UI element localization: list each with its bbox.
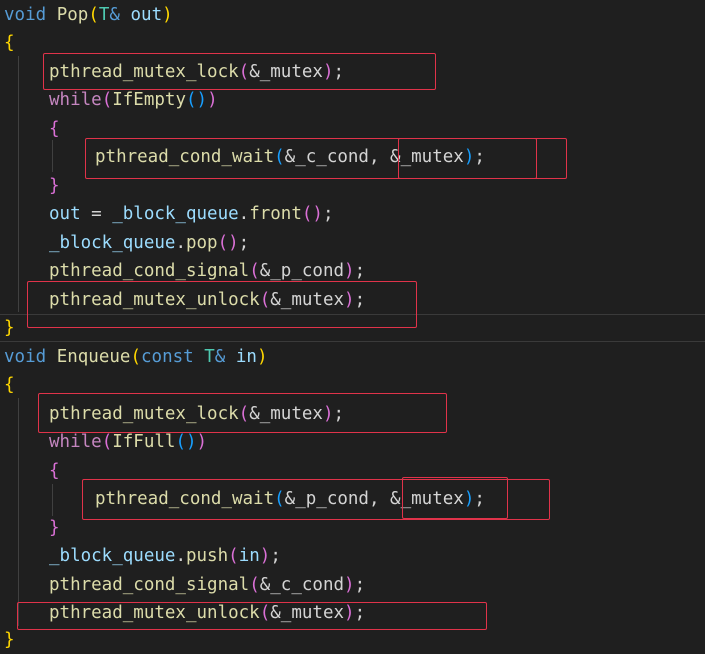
bracket: ) (162, 5, 173, 25)
function-name: Pop (56, 5, 89, 25)
variable: out (49, 204, 81, 224)
bracket: ( (249, 575, 260, 595)
code-line-enqueue-push[interactable]: _block_queue.push(in); (49, 542, 281, 570)
code-line-pop-inner-close[interactable]: } (49, 172, 60, 200)
operator: = (80, 204, 113, 224)
reference-symbol: & (109, 5, 120, 25)
code-line-enqueue-close-brace[interactable]: } (4, 626, 15, 654)
type-name: T (98, 5, 110, 25)
type-name: T (204, 347, 215, 367)
code-line-pop-inner-open[interactable]: { (49, 115, 60, 143)
bracket: () (175, 432, 197, 452)
method-call: front (249, 204, 302, 224)
dot: . (238, 204, 250, 224)
keyword: while (49, 432, 102, 452)
parameter: in (235, 347, 257, 367)
argument: &_c_cond (259, 575, 345, 595)
member-variable: _block_queue (49, 233, 176, 253)
parameter: out (130, 5, 163, 25)
dot: . (175, 546, 186, 566)
semicolon: ; (354, 575, 366, 595)
reference-symbol: & (214, 347, 226, 367)
method-call: push (185, 546, 229, 566)
bracket: ) (196, 432, 208, 452)
bracket: ) (344, 575, 355, 595)
highlight-box-enqueue-lock (38, 393, 447, 433)
member-variable: _block_queue (49, 546, 176, 566)
code-line-enqueue-inner-close[interactable]: } (49, 514, 60, 542)
line-highlight-border (0, 341, 705, 342)
highlight-box-enqueue-wait-mutex (402, 477, 508, 519)
highlight-box-pop-unlock (27, 281, 417, 328)
bracket: ) (256, 347, 268, 367)
highlight-box-enqueue-unlock (17, 602, 487, 630)
bracket: ) (259, 546, 271, 566)
bracket: ( (249, 261, 260, 281)
bracket: ( (88, 5, 99, 25)
code-line-enqueue-open-brace[interactable]: { (4, 371, 15, 399)
highlight-box-pop-wait-mutex (398, 138, 537, 179)
indent-guide (18, 56, 19, 312)
code-line-enqueue-signature[interactable]: void Enqueue(const T& in) (4, 343, 268, 371)
code-line-pop-while[interactable]: while(IfEmpty()) (49, 86, 218, 114)
indent-guide (52, 140, 53, 172)
bracket: () (301, 204, 323, 224)
bracket: ( (101, 90, 113, 110)
keyword: void (4, 347, 47, 367)
method-call: pop (185, 233, 218, 253)
code-line-enqueue-inner-open[interactable]: { (49, 457, 60, 485)
member-variable: _block_queue (112, 204, 239, 224)
indent-guide (18, 398, 19, 626)
argument: &_p_cond (259, 261, 345, 281)
bracket: ( (101, 432, 113, 452)
code-line-pop-front[interactable]: out = _block_queue.front(); (49, 200, 334, 228)
function-call: pthread_cond_signal (49, 261, 250, 281)
bracket: ) (207, 90, 218, 110)
indent-guide (52, 484, 53, 516)
semicolon: ; (354, 261, 366, 281)
semicolon: ; (270, 546, 281, 566)
code-line-pop-open-brace[interactable]: { (4, 29, 15, 57)
keyword: void (4, 5, 47, 25)
highlight-box-pop-lock (43, 53, 436, 90)
semicolon: ; (322, 204, 334, 224)
keyword: const (141, 347, 194, 367)
code-editor[interactable]: void Pop(T& out) { pthread_mutex_lock(&_… (0, 0, 705, 654)
bracket: ( (228, 546, 239, 566)
function-call: IfEmpty (112, 90, 186, 110)
bracket: ) (344, 261, 355, 281)
code-line-pop-pop[interactable]: _block_queue.pop(); (49, 229, 249, 257)
code-line-pop-signature[interactable]: void Pop(T& out) (4, 1, 173, 29)
function-call: pthread_cond_signal (49, 575, 250, 595)
bracket: () (217, 233, 239, 253)
dot: . (175, 233, 186, 253)
keyword: while (49, 90, 102, 110)
bracket: () (186, 90, 208, 110)
code-line-enqueue-signal[interactable]: pthread_cond_signal(&_c_cond); (49, 571, 365, 599)
semicolon: ; (238, 233, 250, 253)
function-name: Enqueue (56, 347, 131, 367)
bracket: ( (130, 347, 142, 367)
argument: in (238, 546, 260, 566)
code-line-pop-close-brace[interactable]: } (4, 314, 15, 342)
function-call: IfFull (112, 432, 176, 452)
